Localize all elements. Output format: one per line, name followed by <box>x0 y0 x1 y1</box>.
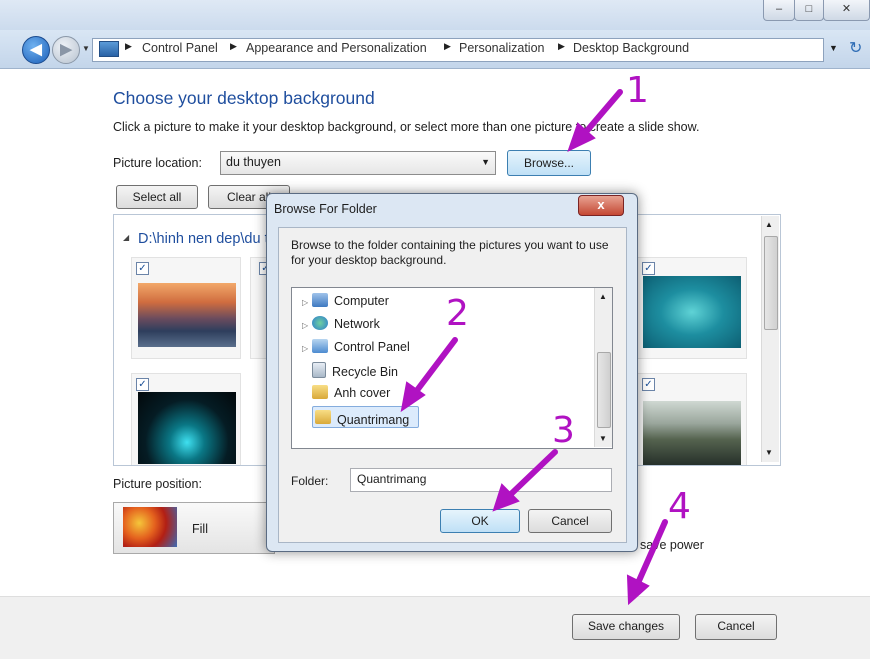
annotation-arrowhead-4 <box>626 574 650 606</box>
annotation-arrow-3 <box>507 449 558 498</box>
annotation-number-1: 1 <box>626 70 649 111</box>
annotation-arrow-1 <box>582 89 623 136</box>
annotation-arrow-2 <box>412 337 458 396</box>
annotation-number-2: 2 <box>446 293 469 334</box>
annotation-number-3: 3 <box>552 410 575 451</box>
annotation-overlay <box>400 89 668 606</box>
annotation-arrow-4 <box>635 519 668 586</box>
annotation-number-4: 4 <box>668 486 691 527</box>
